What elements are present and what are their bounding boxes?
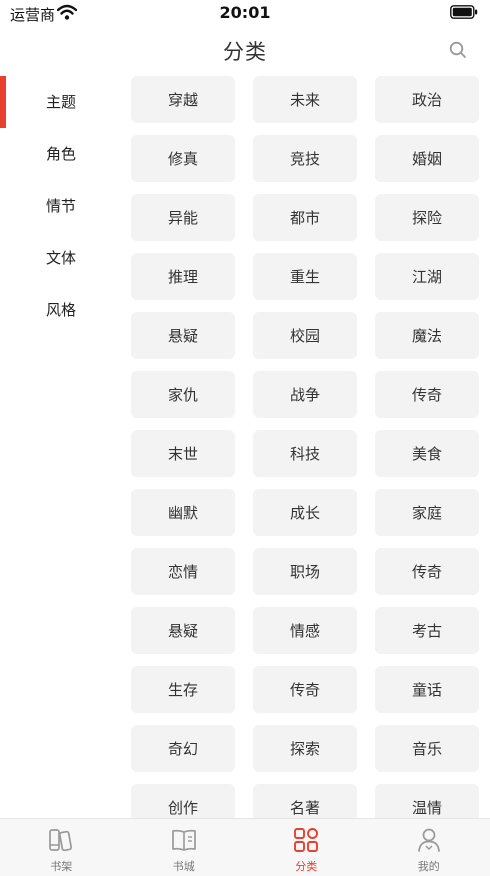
category-tag[interactable]: 恋情 [131, 548, 235, 595]
tag-grid-area[interactable]: 穿越 未来 政治 修真 竞技 婚姻 异能 都市 探险 推理 重生 江湖 悬疑 校园 魔法 家仇 战争 传奇 末世 科技… [131, 76, 481, 818]
status-time: 20:01 [219, 3, 271, 22]
tab-profile[interactable]: 我的 [368, 819, 490, 876]
category-tag[interactable]: 末世 [131, 430, 235, 477]
category-tag[interactable]: 名著 [253, 784, 357, 818]
category-tag[interactable]: 政治 [375, 76, 479, 123]
category-tag[interactable]: 修真 [131, 135, 235, 182]
category-tag[interactable]: 家庭 [375, 489, 479, 536]
sidebar-item[interactable]: 主题 [0, 76, 118, 128]
category-tag[interactable]: 竞技 [253, 135, 357, 182]
search-icon[interactable] [448, 40, 468, 60]
category-tag[interactable]: 婚姻 [375, 135, 479, 182]
category-tag[interactable]: 战争 [253, 371, 357, 418]
category-tag[interactable]: 悬疑 [131, 607, 235, 654]
tab-label: 书城 [172, 860, 195, 873]
category-tag[interactable]: 家仇 [131, 371, 235, 418]
category-tag[interactable]: 童话 [375, 666, 479, 713]
tab-bookshelf[interactable]: 书架 [0, 819, 123, 876]
category-tag[interactable]: 探险 [375, 194, 479, 241]
tab-label: 书架 [50, 860, 73, 873]
category-tag[interactable]: 都市 [253, 194, 357, 241]
category-tag[interactable]: 奇幻 [131, 725, 235, 772]
sidebar-item[interactable]: 情节 [0, 180, 118, 232]
page-title: 分类 [223, 40, 267, 64]
tag-grid: 穿越 未来 政治 修真 竞技 婚姻 异能 都市 探险 推理 重生 江湖 悬疑 校园 魔法 家仇 战争 传奇 末世 科技… [131, 76, 481, 818]
category-tag[interactable]: 创作 [131, 784, 235, 818]
sidebar-item[interactable]: 风格 [0, 284, 118, 336]
category-tag[interactable]: 穿越 [131, 76, 235, 123]
category-tag[interactable]: 传奇 [253, 666, 357, 713]
category-icon [294, 828, 319, 852]
category-tag[interactable]: 推理 [131, 253, 235, 300]
category-tag[interactable]: 考古 [375, 607, 479, 654]
tab-category[interactable]: 分类 [245, 819, 368, 876]
category-tag[interactable]: 魔法 [375, 312, 479, 359]
sidebar-item[interactable]: 文体 [0, 232, 118, 284]
category-tag[interactable]: 科技 [253, 430, 357, 477]
category-tag[interactable]: 传奇 [375, 548, 479, 595]
category-tag[interactable]: 幽默 [131, 489, 235, 536]
sidebar-item[interactable]: 角色 [0, 128, 118, 180]
category-tag[interactable]: 悬疑 [131, 312, 235, 359]
category-tag[interactable]: 温情 [375, 784, 479, 818]
header: 分类 [0, 28, 490, 72]
tab-label: 我的 [417, 860, 440, 873]
battery-icon [450, 5, 478, 19]
book-store-icon [171, 829, 196, 851]
category-tag[interactable]: 重生 [253, 253, 357, 300]
category-tag[interactable]: 美食 [375, 430, 479, 477]
category-tag[interactable]: 未来 [253, 76, 357, 123]
category-tag[interactable]: 异能 [131, 194, 235, 241]
category-tag[interactable]: 探索 [253, 725, 357, 772]
category-tag[interactable]: 传奇 [375, 371, 479, 418]
status-bar: 运营商 20:01 [0, 0, 490, 28]
category-tag[interactable]: 音乐 [375, 725, 479, 772]
tab-label: 分类 [295, 860, 318, 873]
tab-bar: 书架 书城 分类 我的 [0, 818, 490, 876]
category-tag[interactable]: 情感 [253, 607, 357, 654]
tab-book-store[interactable]: 书城 [123, 819, 246, 876]
bookshelf-icon [49, 829, 73, 852]
category-tag[interactable]: 江湖 [375, 253, 479, 300]
category-tag[interactable]: 生存 [131, 666, 235, 713]
category-tag[interactable]: 成长 [253, 489, 357, 536]
category-tag[interactable]: 校园 [253, 312, 357, 359]
profile-icon [417, 828, 440, 852]
category-sidebar: 主题 角色 情节 文体 风格 [0, 76, 118, 336]
category-tag[interactable]: 职场 [253, 548, 357, 595]
